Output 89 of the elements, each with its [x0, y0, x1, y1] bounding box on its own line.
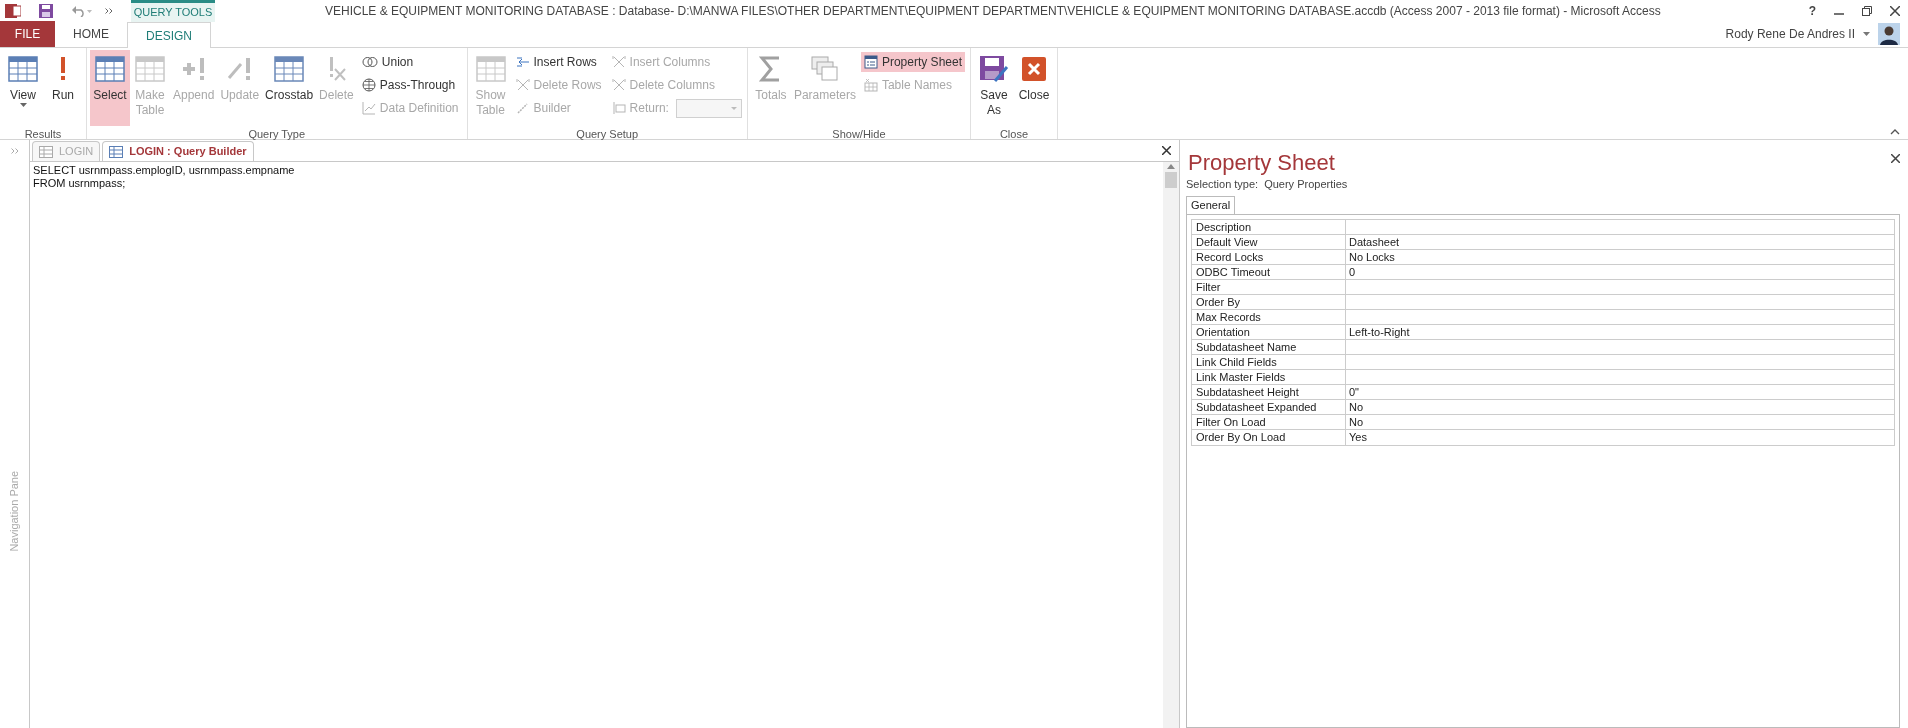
table-icon	[135, 56, 165, 82]
table-icon	[109, 145, 124, 158]
restore-icon[interactable]	[1862, 6, 1872, 16]
sql-line: SELECT usrnmpass.emplogID, usrnmpass.empname	[33, 164, 296, 177]
group-label: Close	[998, 127, 1030, 142]
property-name: Filter On Load	[1192, 414, 1346, 429]
data-definition-icon	[361, 101, 376, 115]
more-icon[interactable]	[105, 8, 113, 14]
ribbon-small-button[interactable]: Property Sheet	[860, 52, 965, 72]
selection-type-label: Selection type:	[1186, 177, 1259, 192]
group-label: Results	[23, 127, 63, 142]
property-name: Default View	[1192, 234, 1346, 249]
table-icon	[39, 145, 53, 158]
scrollbar[interactable]	[1163, 162, 1179, 728]
property-sheet-icon	[863, 55, 878, 69]
group-label: Query Setup	[575, 127, 640, 142]
property-value[interactable]: No	[1346, 414, 1894, 429]
ribbon-tab[interactable]: DESIGN	[127, 22, 211, 48]
avatar	[1878, 23, 1900, 45]
columns-cross-icon	[515, 78, 530, 92]
rings-icon	[361, 56, 378, 68]
table-icon	[8, 56, 38, 82]
return-icon	[611, 101, 626, 115]
parameters-icon	[810, 56, 839, 82]
context-tab-label: QUERY TOOLS	[133, 5, 213, 21]
property-name: Subdatasheet Height	[1192, 384, 1346, 399]
ribbon-button[interactable]: Save As	[974, 50, 1014, 126]
property-value[interactable]: Left-to-Right	[1346, 324, 1894, 339]
sql-editor[interactable]: SELECT usrnmpass.emplogID, usrnmpass.empname FROM usrnmpass;	[30, 162, 1163, 728]
wand-icon	[515, 101, 530, 115]
save-icon[interactable]	[39, 4, 53, 18]
ribbon-button[interactable]: Run	[43, 50, 83, 126]
table-icon	[274, 56, 305, 82]
ribbon-small-button[interactable]: Insert Rows	[512, 52, 600, 72]
ribbon-button[interactable]: Select	[90, 50, 130, 126]
property-name: Subdatasheet Expanded	[1192, 399, 1346, 414]
ribbon-small-button[interactable]: Pass-Through	[358, 75, 459, 95]
ribbon-button[interactable]: Close	[1014, 50, 1054, 126]
window-title: VEHICLE & EQUIPMENT MONITORING DATABASE : Database- D:\MANWA FILES\OTHER DEPARTMENT\EQUIPMENT DEPARTMENT\VEHICLE & EQUIPMENT MONITORING DATABASE.accdb (Access 2007 - 2013 file format) - Microsoft Access	[325, 3, 1661, 20]
ribbon-button[interactable]: Crosstab	[262, 50, 317, 126]
property-name: Record Locks	[1192, 249, 1346, 264]
undo-icon[interactable]	[71, 5, 93, 17]
insert-rows-icon	[515, 55, 530, 69]
property-name: Max Records	[1192, 309, 1346, 324]
access-logo-icon	[5, 3, 21, 19]
help-button[interactable]: ?	[1808, 2, 1816, 20]
document-tab[interactable]: LOGIN : Query Builder	[102, 141, 254, 161]
columns-cross-icon	[611, 78, 626, 92]
user-name: Rody Rene De Andres II	[1725, 26, 1855, 43]
property-name: Filter	[1192, 279, 1346, 294]
close-icon[interactable]	[1890, 6, 1900, 16]
ribbon-small-button[interactable]: Union	[358, 52, 417, 72]
caret-icon[interactable]	[1863, 32, 1870, 36]
close-icon[interactable]	[1162, 146, 1171, 155]
file-tab[interactable]: FILE	[0, 21, 55, 47]
group-label: Query Type	[247, 127, 307, 142]
property-value[interactable]: No Locks	[1346, 249, 1894, 264]
property-name: Order By	[1192, 294, 1346, 309]
scroll-up-icon[interactable]	[1167, 164, 1175, 169]
save-icon	[979, 55, 1009, 83]
ribbon-tab[interactable]: HOME	[55, 21, 127, 47]
property-tab[interactable]: General	[1186, 195, 1236, 214]
group-label: Show/Hide	[831, 127, 887, 142]
property-name: Orientation	[1192, 324, 1346, 339]
property-value[interactable]: 0	[1346, 264, 1894, 279]
panel-title: Property Sheet	[1187, 150, 1335, 176]
property-name: Link Child Fields	[1192, 354, 1346, 369]
globe-icon	[361, 78, 376, 92]
scroll-thumb[interactable]	[1165, 172, 1177, 188]
property-value[interactable]: Yes	[1346, 429, 1894, 445]
columns-cross-icon	[611, 55, 626, 69]
close-icon	[1021, 56, 1047, 82]
property-name: Subdatasheet Name	[1192, 339, 1346, 354]
tables-icon	[95, 56, 125, 82]
table-icon	[475, 56, 506, 82]
property-name: Order By On Load	[1192, 429, 1346, 445]
table-names-icon	[863, 78, 878, 92]
property-name: ODBC Timeout	[1192, 264, 1346, 279]
sql-line: FROM usrnmpass;	[33, 177, 127, 190]
selection-type-value: Query Properties	[1264, 177, 1348, 192]
property-value[interactable]: No	[1346, 399, 1894, 414]
ribbon-button[interactable]: View	[3, 50, 43, 126]
caret-icon	[730, 106, 737, 110]
property-name: Link Master Fields	[1192, 369, 1346, 384]
collapse-ribbon-icon[interactable]	[1890, 129, 1900, 135]
property-value[interactable]: 0"	[1346, 384, 1894, 399]
close-icon[interactable]	[1891, 154, 1900, 163]
property-name: Description	[1192, 219, 1346, 234]
property-value[interactable]: Datasheet	[1346, 234, 1894, 249]
